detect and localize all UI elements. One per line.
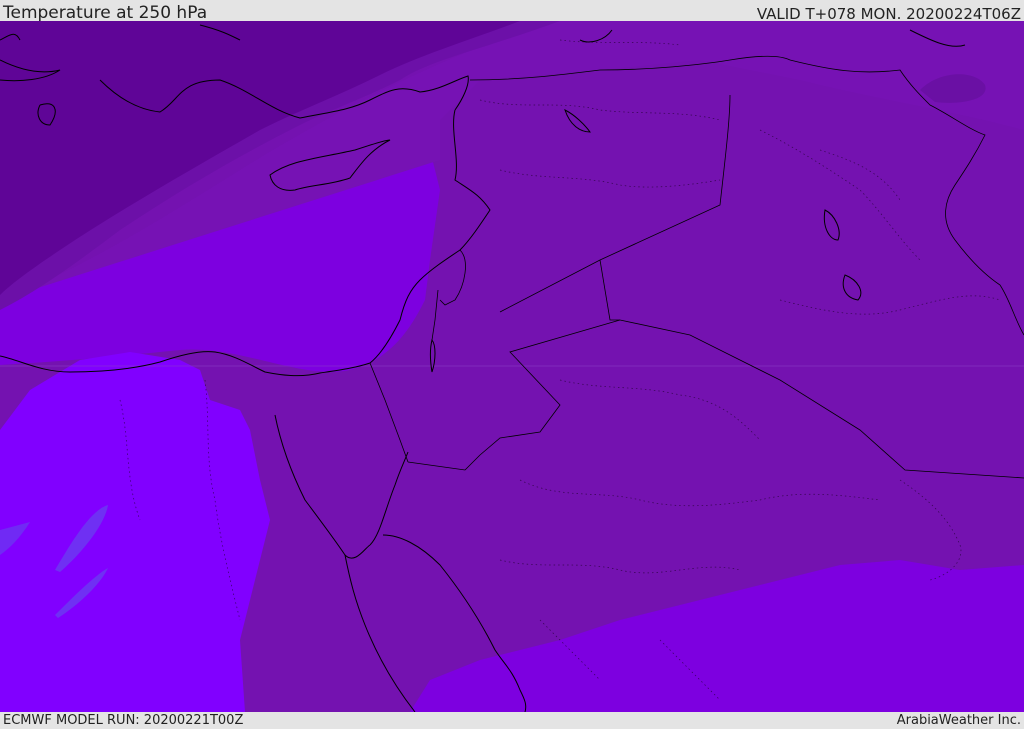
model-run-label: ECMWF MODEL RUN: 20200221T00Z bbox=[3, 713, 244, 728]
weather-map[interactable] bbox=[0, 21, 1024, 712]
map-title: Temperature at 250 hPa bbox=[3, 3, 208, 23]
title-bar: Temperature at 250 hPa VALID T+078 MON. … bbox=[0, 0, 1024, 23]
credit-label: ArabiaWeather Inc. bbox=[896, 713, 1021, 728]
footer-bar: ECMWF MODEL RUN: 20200221T00Z ArabiaWeat… bbox=[0, 712, 1024, 729]
